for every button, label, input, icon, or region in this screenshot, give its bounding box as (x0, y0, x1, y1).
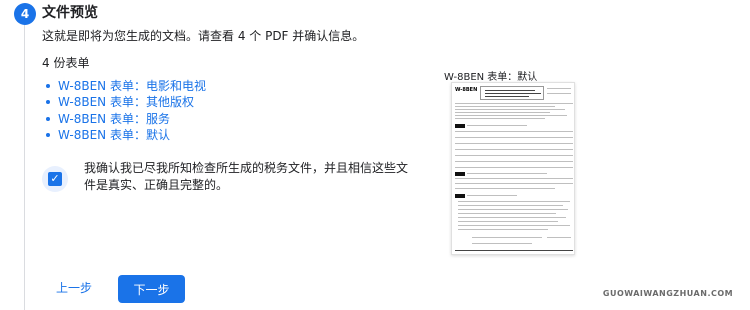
step-number-badge: 4 (14, 3, 36, 25)
bullet-icon (46, 133, 50, 138)
step-intro: 这就是即将为您生成的文档。请查看 4 个 PDF 并确认信息。 (42, 29, 365, 43)
watermark: GUOWAIWANGZHUAN.COM (586, 287, 750, 301)
bullet-icon (46, 100, 50, 105)
doc-title-box (480, 86, 544, 100)
preview-label: W-8BEN 表单：默认 (444, 72, 538, 83)
list-item: W-8BEN 表单：电影和电视 (46, 78, 206, 94)
check-icon: ✓ (48, 172, 62, 186)
confirm-checkbox[interactable]: ✓ (42, 166, 68, 192)
form-link-film-tv[interactable]: W-8BEN 表单：电影和电视 (58, 79, 206, 93)
form-link-other-copyright[interactable]: W-8BEN 表单：其他版权 (58, 95, 194, 109)
confirmation-text: 我确认我已尽我所知检查所生成的税务文件，并且相信这些文件是真实、正确且完整的。 (84, 161, 409, 192)
form-link-default[interactable]: W-8BEN 表单：默认 (58, 128, 170, 142)
next-button[interactable]: 下一步 (118, 275, 185, 303)
forms-count: 4 份表单 (42, 56, 90, 70)
bullet-icon (46, 116, 50, 121)
list-item: W-8BEN 表单：默认 (46, 127, 206, 143)
previous-button[interactable]: 上一步 (56, 279, 92, 296)
form-link-services[interactable]: W-8BEN 表单：服务 (58, 112, 170, 126)
step-title: 文件预览 (42, 5, 98, 21)
doc-footer-line (455, 250, 573, 251)
bullet-icon (46, 84, 50, 88)
forms-list: W-8BEN 表单：电影和电视 W-8BEN 表单：其他版权 W-8BEN 表单… (46, 78, 206, 144)
doc-form-name: W-8BEN (455, 87, 478, 93)
list-item: W-8BEN 表单：其他版权 (46, 94, 206, 110)
list-item: W-8BEN 表单：服务 (46, 111, 206, 127)
step-rail (24, 24, 25, 310)
pdf-preview[interactable]: W-8BEN (451, 82, 575, 255)
